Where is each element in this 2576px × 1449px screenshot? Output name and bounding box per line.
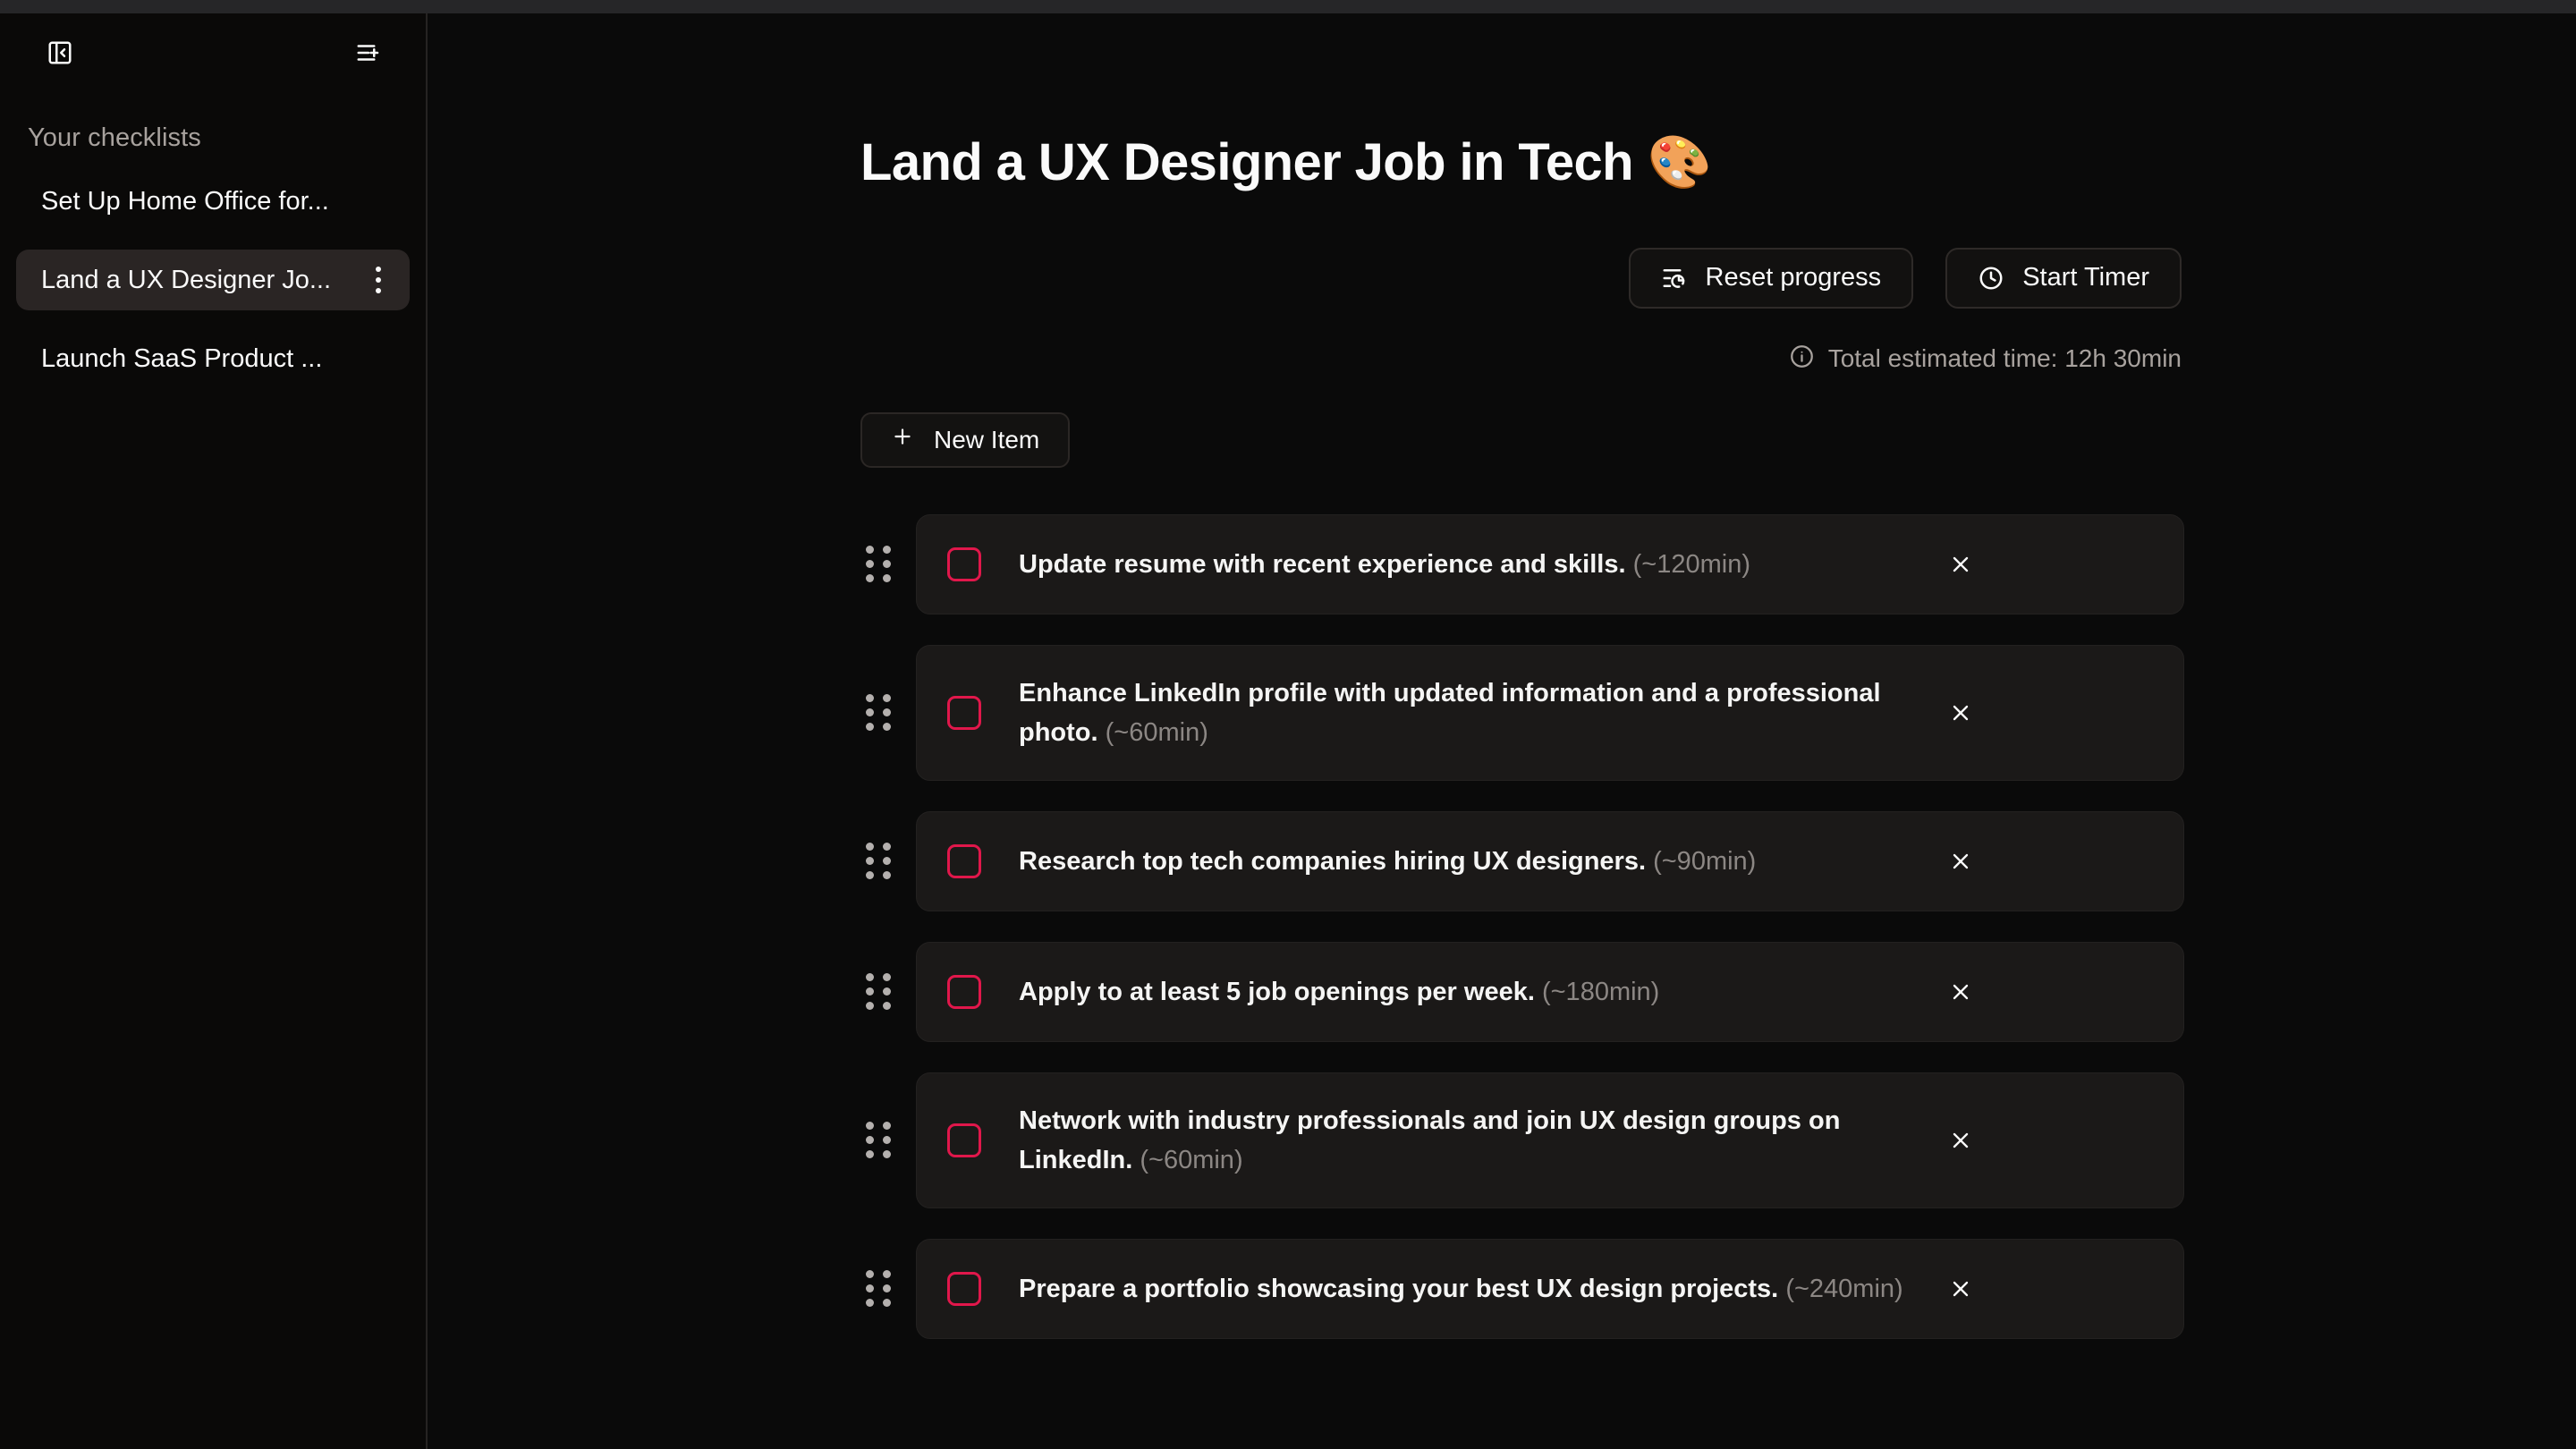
page-title: Land a UX Designer Job in Tech 🎨 [860,133,1712,191]
checklist-item-text: Prepare a portfolio showcasing your best… [1019,1274,1903,1303]
list-plus-icon[interactable] [348,32,389,73]
sidebar-item-land-a-ux-designer-job[interactable]: Land a UX Designer Jo... [16,250,410,310]
drag-handle-icon[interactable] [860,840,896,883]
drag-handle-icon[interactable] [860,543,896,586]
checklist-item-estimate: (~90min) [1653,846,1757,876]
checklist-item-card[interactable]: Research top tech companies hiring UX de… [916,810,2184,911]
drag-handle-icon[interactable] [860,691,896,734]
new-item-button[interactable]: New Item [860,411,1071,468]
drag-handle-icon[interactable] [860,1119,896,1162]
checklist-item-estimate: (~120min) [1632,549,1750,579]
checklist-item-estimate: (~240min) [1785,1274,1903,1303]
checklist-item-checkbox[interactable] [947,547,981,581]
checklist-item-text: Update resume with recent experience and… [1019,549,1750,579]
action-toolbar: Reset progress Start Timer [860,247,2184,309]
delete-item-icon[interactable] [1940,692,1981,733]
checklist-item-card[interactable]: Enhance LinkedIn profile with updated in… [916,644,2184,781]
new-item-label: New Item [934,425,1040,453]
delete-item-icon[interactable] [1940,841,1981,882]
main-content: Land a UX Designer Job in Tech 🎨 Reset p… [428,13,2576,1449]
sidebar-item-label: Launch SaaS Product ... [41,343,323,373]
estimated-time-label: Total estimated time: 12h 30min [1827,343,2182,372]
list-restart-icon [1661,265,1688,292]
start-timer-label: Start Timer [2022,263,2149,292]
checklist-item-text: Enhance LinkedIn profile with updated in… [1019,678,1881,747]
panel-left-close-icon[interactable] [39,32,80,73]
sidebar-item-set-up-home-office[interactable]: Set Up Home Office for... [16,171,410,232]
plus-icon [891,425,914,454]
sidebar-item-label: Land a UX Designer Jo... [41,265,332,294]
checklist-item-estimate: (~60min) [1140,1145,1243,1174]
sidebar-checklist-list: Set Up Home Office for... Land a UX Desi… [0,171,426,389]
checklist-item-checkbox[interactable] [947,1271,981,1306]
start-timer-button[interactable]: Start Timer [1945,247,2182,309]
delete-item-icon[interactable] [1940,971,1981,1013]
checklist-item-card[interactable]: Apply to at least 5 job openings per wee… [916,941,2184,1042]
checklist-item-checkbox[interactable] [947,974,981,1009]
checklist-item-row: Research top tech companies hiring UX de… [860,810,2184,911]
app-shell: Your checklists Set Up Home Office for..… [0,13,2576,1449]
checklist-item-checkbox[interactable] [947,843,981,878]
estimated-time-row: Total estimated time: 12h 30min [860,344,2184,373]
checklist-item-text: Research top tech companies hiring UX de… [1019,846,1757,876]
checklist-item-row: Network with industry professionals and … [860,1072,2184,1208]
checklist-item-estimate: (~60min) [1105,717,1208,747]
checklist-items: Update resume with recent experience and… [860,513,2184,1339]
reset-progress-button[interactable]: Reset progress [1628,247,1914,309]
checklist-item-card[interactable]: Prepare a portfolio showcasing your best… [916,1238,2184,1339]
checklist-item-row: Enhance LinkedIn profile with updated in… [860,644,2184,781]
sidebar: Your checklists Set Up Home Office for..… [0,13,428,1449]
checklist-item-row: Prepare a portfolio showcasing your best… [860,1238,2184,1339]
checklist-item-estimate: (~180min) [1541,977,1660,1006]
drag-handle-icon[interactable] [860,1267,896,1310]
reset-progress-label: Reset progress [1705,263,1882,292]
checklist-item-checkbox[interactable] [947,1123,981,1157]
delete-item-icon[interactable] [1940,544,1981,585]
checklist-item-row: Update resume with recent experience and… [860,513,2184,614]
info-icon [1790,344,1814,373]
sidebar-item-launch-saas-product[interactable]: Launch SaaS Product ... [16,328,410,389]
sidebar-item-label: Set Up Home Office for... [41,186,329,216]
checklist-item-card[interactable]: Update resume with recent experience and… [916,513,2184,614]
delete-item-icon[interactable] [1940,1268,1981,1309]
checklist-item-checkbox[interactable] [947,695,981,730]
new-item-row: New Item [860,411,2184,468]
sidebar-section-title: Your checklists [28,123,201,152]
checklist-item-text: Network with industry professionals and … [1019,1106,1841,1174]
drag-handle-icon[interactable] [860,970,896,1013]
browser-chrome-bar [0,0,2576,13]
clock-icon [1978,265,2004,292]
sidebar-toolbar [0,13,426,92]
checklist-item-text: Apply to at least 5 job openings per wee… [1019,977,1660,1006]
checklist-item-row: Apply to at least 5 job openings per wee… [860,941,2184,1042]
main-inner: Land a UX Designer Job in Tech 🎨 Reset p… [860,13,2184,1339]
checklist-item-card[interactable]: Network with industry professionals and … [916,1072,2184,1208]
delete-item-icon[interactable] [1940,1120,1981,1161]
more-options-icon[interactable] [363,262,394,298]
